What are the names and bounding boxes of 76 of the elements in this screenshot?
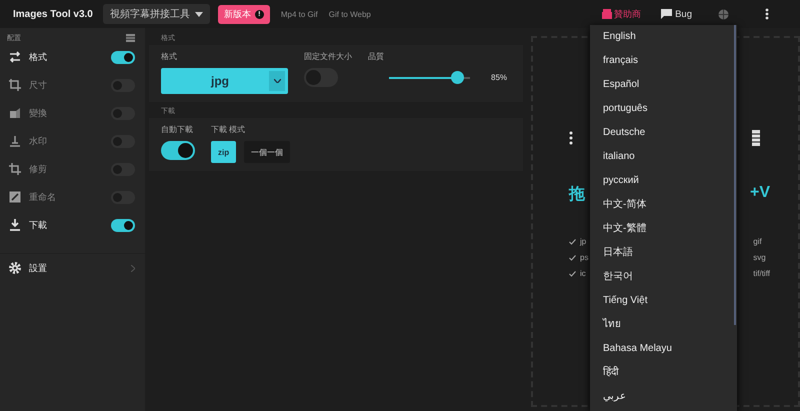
menu-item[interactable]: Bahasa Melayu	[590, 337, 737, 361]
menu-item[interactable]: Español	[590, 73, 737, 97]
mode-button[interactable]: zip	[211, 141, 236, 163]
sidebar-item[interactable]: 重命名	[0, 183, 145, 211]
convert-icon	[9, 51, 21, 63]
watermark-icon	[9, 135, 21, 147]
crop-icon	[9, 163, 21, 175]
toggle-switch[interactable]	[111, 162, 135, 176]
nav-link[interactable]: Gif to Webp	[328, 10, 371, 18]
slider-value: 85%	[491, 73, 508, 82]
menu-item[interactable]: ไทย	[590, 313, 737, 337]
bug-link[interactable]: Bug	[661, 8, 692, 20]
check-icon	[569, 254, 576, 260]
menu-item[interactable]: Deutsche	[590, 121, 737, 145]
menu-item[interactable]: 한국어	[590, 265, 737, 289]
transform-icon	[9, 107, 21, 119]
file-type: gif	[753, 237, 763, 246]
check-icon	[569, 270, 576, 276]
menu-item[interactable]: English	[590, 25, 737, 49]
menu-item[interactable]: عربي	[590, 385, 737, 409]
tool-dropdown[interactable]: 視頻字幕拼接工具	[102, 4, 210, 24]
toggle-switch[interactable]	[111, 190, 135, 204]
field-label: 品質	[368, 51, 385, 62]
sidebar-item[interactable]: 變換	[0, 99, 145, 127]
sidebar-item[interactable]: 水印	[0, 127, 145, 155]
drop-heading: +V	[750, 184, 770, 203]
mode-button[interactable]: 一個一個	[244, 141, 290, 163]
field-label: 固定文件大小	[304, 51, 352, 62]
caret-icon	[274, 79, 280, 83]
gear-icon	[9, 262, 21, 274]
app-title: Images Tool v3.0	[13, 8, 93, 20]
file-type: ic	[580, 269, 586, 278]
field-label: 自動下載	[161, 124, 194, 135]
menu-item[interactable]: 中文-繁體	[590, 217, 737, 241]
toggle-switch[interactable]	[111, 134, 135, 148]
menu-item[interactable]: हिंदी	[590, 361, 737, 385]
format-dropdown[interactable]: jpg	[161, 68, 288, 94]
menu-item[interactable]: português	[590, 97, 737, 121]
toggle-switch[interactable]	[111, 106, 135, 120]
sidebar-item[interactable]: 尺寸	[0, 71, 145, 99]
more-icon	[569, 131, 573, 145]
menu-item[interactable]: 日本語	[590, 241, 737, 265]
menu-item[interactable]: français	[590, 49, 737, 73]
chat-icon	[661, 9, 672, 19]
toggle-switch[interactable]	[111, 50, 135, 64]
file-type: ps	[580, 253, 588, 262]
menu-item[interactable]: русский	[590, 169, 737, 193]
nav-link[interactable]: Mp4 to Gif	[280, 10, 318, 18]
file-type: svg	[753, 253, 767, 262]
check-icon	[569, 238, 576, 244]
sponsor-link[interactable]: 贊助商	[602, 8, 642, 20]
file-type: tif/tiff	[753, 269, 770, 278]
sidebar-item[interactable]: 修剪	[0, 155, 145, 183]
menu-icon	[126, 34, 135, 42]
menu-item[interactable]: 中文-简体	[590, 193, 737, 217]
field-label: 下載 模式	[211, 124, 246, 135]
sidebar-item[interactable]: 下載	[0, 211, 145, 239]
more-icon	[765, 8, 769, 20]
download-icon	[9, 219, 21, 231]
scrollbar[interactable]	[734, 25, 736, 325]
toggle-switch[interactable]	[304, 68, 338, 87]
sidebar-item[interactable]: 格式	[0, 43, 145, 71]
chevron-icon	[131, 264, 135, 272]
drop-heading: 拖	[569, 184, 585, 205]
resize-icon	[9, 79, 21, 91]
file-type: jp	[580, 237, 586, 246]
toggle-switch[interactable]	[161, 141, 195, 160]
settings-item[interactable]: 設置	[0, 253, 145, 282]
caret-icon	[194, 12, 203, 16]
field-label: 格式	[161, 51, 178, 62]
toggle-switch[interactable]	[111, 78, 135, 92]
menu-item[interactable]: Tiếng Việt	[590, 289, 737, 313]
menu-item[interactable]: italiano	[590, 145, 737, 169]
toggle-switch[interactable]	[111, 218, 135, 232]
globe-icon	[718, 8, 729, 20]
rename-icon	[9, 191, 21, 203]
